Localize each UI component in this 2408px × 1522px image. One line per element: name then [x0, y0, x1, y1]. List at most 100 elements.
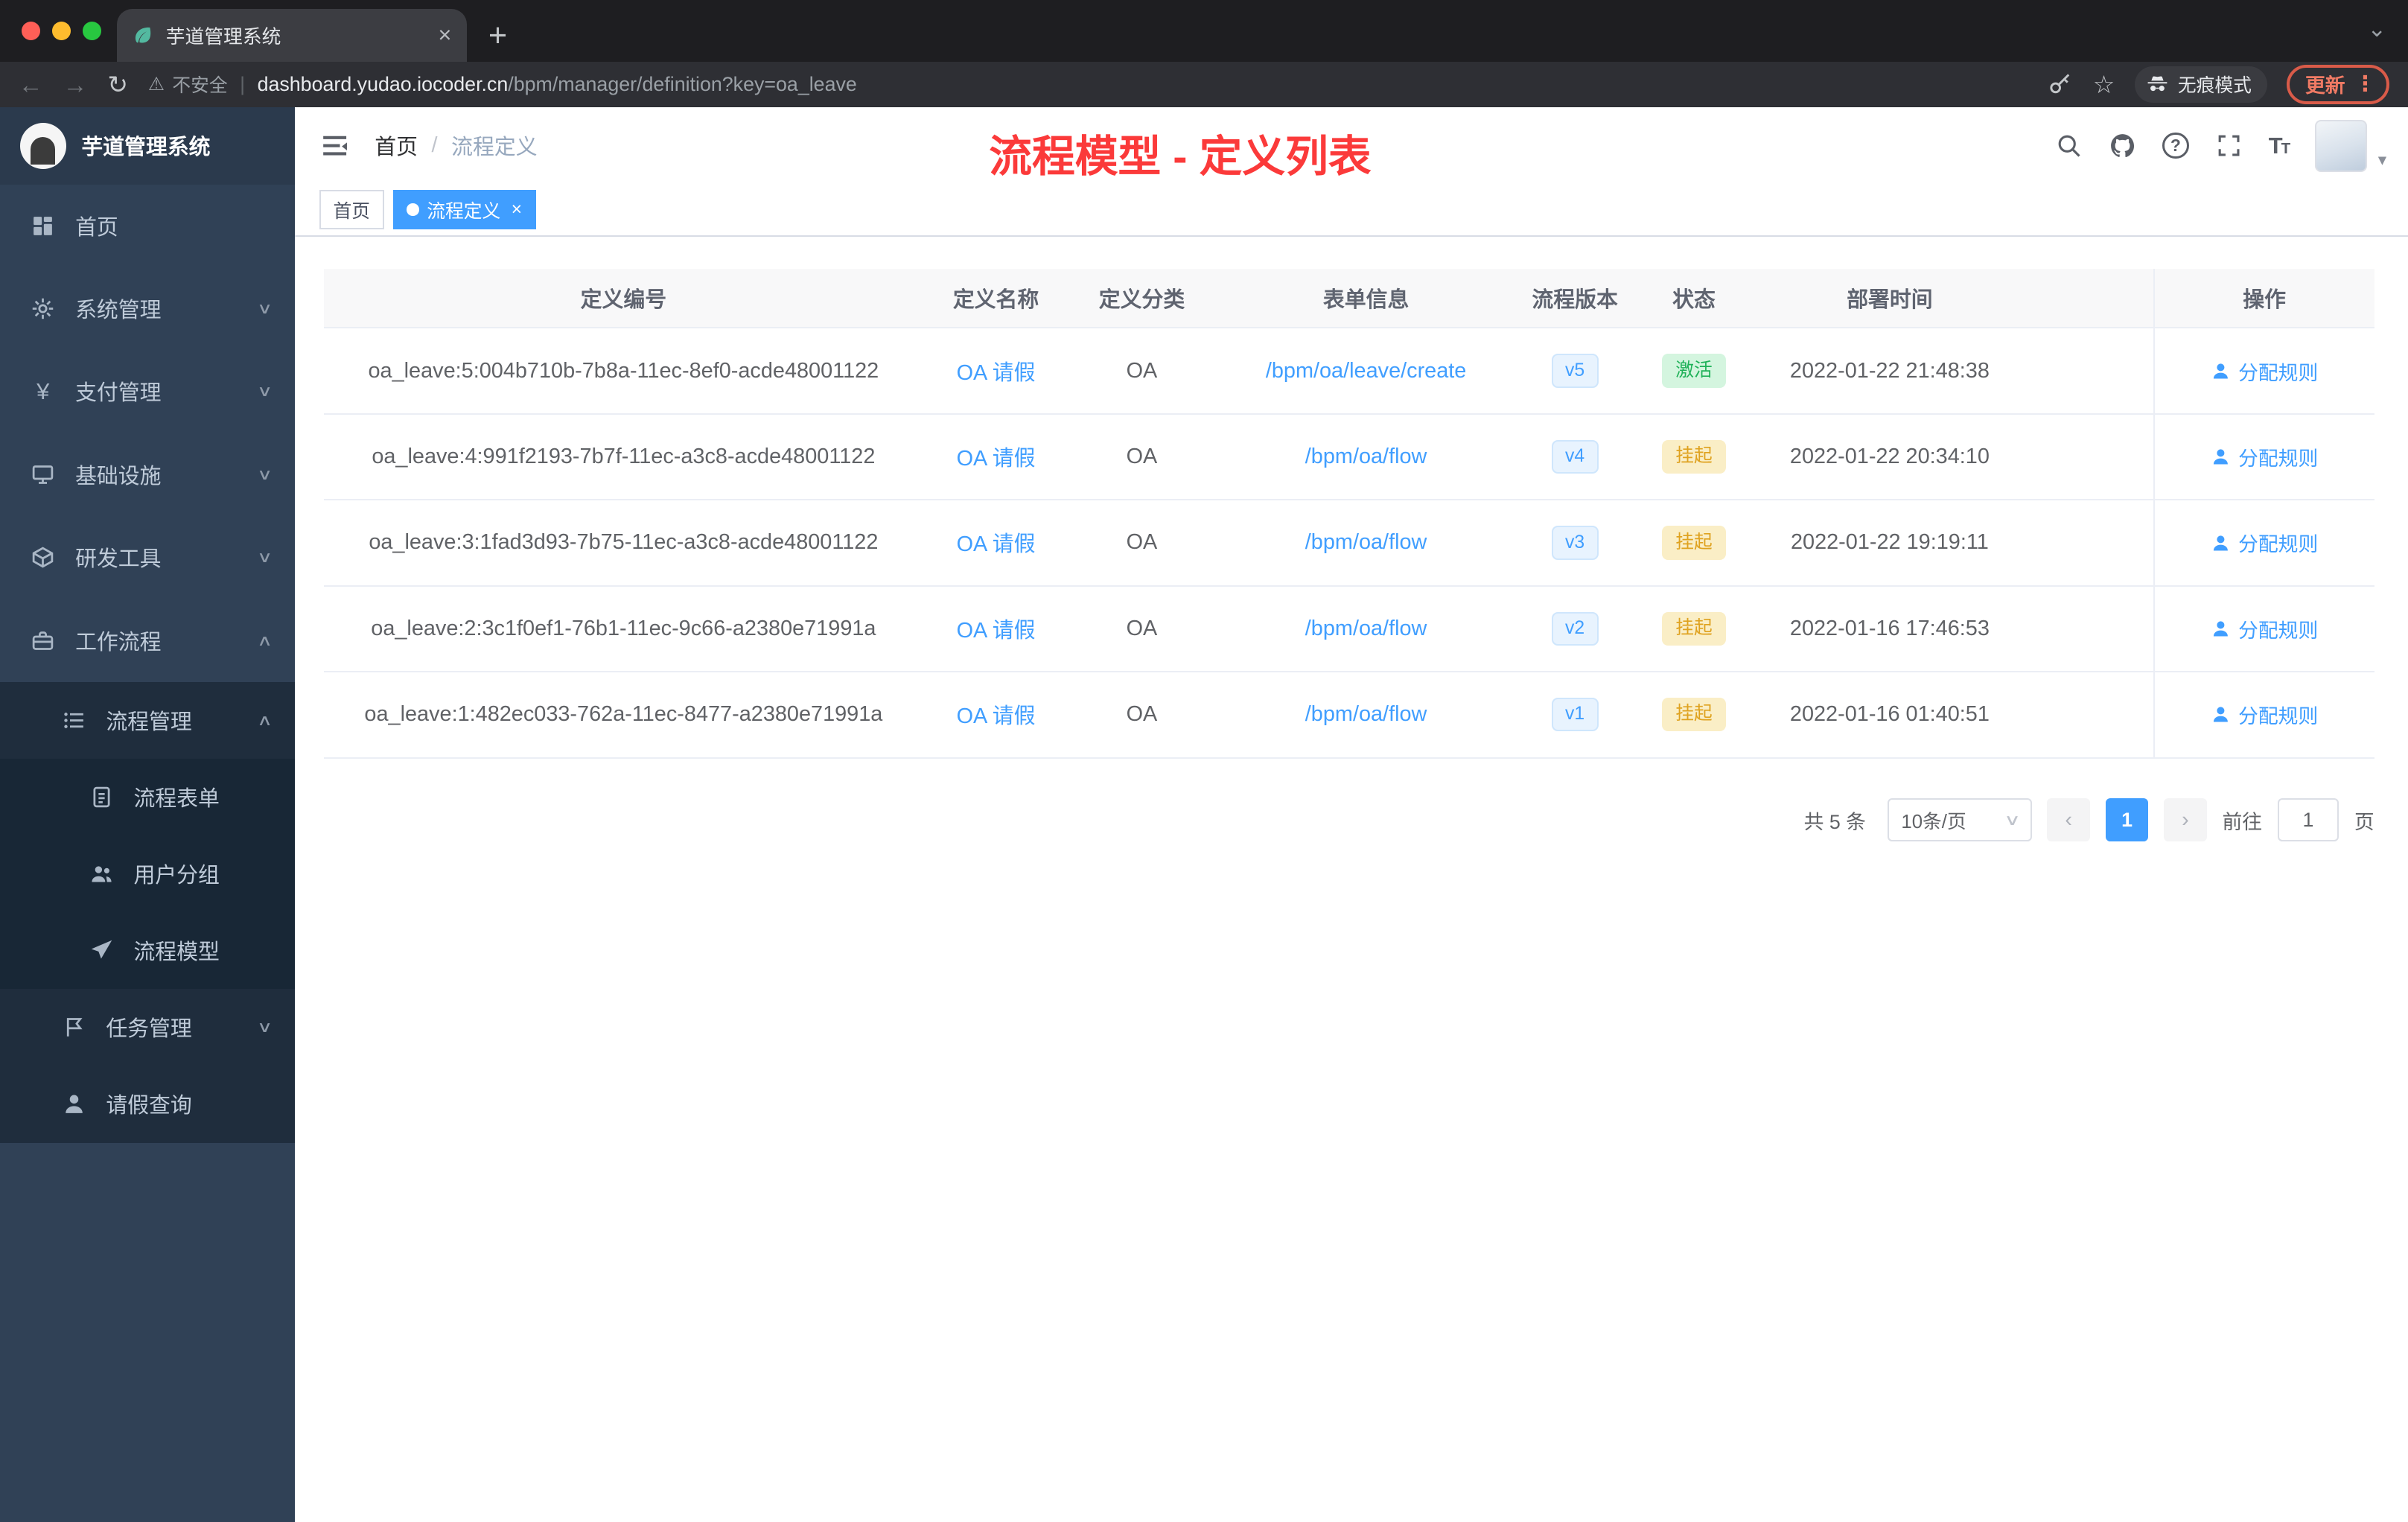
sidebar-item-payment-management[interactable]: ¥ 支付管理 ∨: [0, 350, 295, 433]
assign-rule-link[interactable]: 分配规则: [2211, 357, 2318, 386]
tab-close-icon[interactable]: ×: [438, 23, 451, 47]
prev-page-button[interactable]: ‹: [2047, 798, 2091, 841]
chevron-up-icon: ∧: [256, 631, 273, 649]
assign-rule-link[interactable]: 分配规则: [2211, 528, 2318, 557]
definition-name-cell: OA 请假: [923, 672, 1069, 757]
version-cell: v3: [1517, 500, 1633, 585]
back-button[interactable]: ←: [19, 72, 43, 97]
security-warning[interactable]: ⚠ 不安全: [148, 71, 228, 98]
sidebar-item-infrastructure[interactable]: 基础设施 ∨: [0, 433, 295, 516]
sidebar-item-process-model[interactable]: 流程模型: [0, 912, 295, 990]
definition-name-link[interactable]: OA 请假: [957, 614, 1036, 644]
font-size-icon[interactable]: TT: [2269, 133, 2290, 159]
version-cell: v4: [1517, 415, 1633, 499]
column-header-spacer: [2024, 269, 2153, 327]
user-icon: [2213, 363, 2228, 379]
macos-zoom-button[interactable]: [83, 21, 102, 40]
github-icon[interactable]: [2109, 132, 2136, 159]
operation-cell: 分配规则: [2153, 586, 2374, 672]
macos-minimize-button[interactable]: [52, 21, 71, 40]
table-row: oa_leave:2:3c1f0ef1-76b1-11ec-9c66-a2380…: [324, 586, 2374, 673]
bookmark-star-icon[interactable]: ☆: [2093, 72, 2115, 97]
warning-triangle-icon: ⚠: [147, 74, 165, 95]
reload-button[interactable]: ↻: [107, 72, 128, 97]
browser-menu-kebab-icon[interactable]: ⋮: [2354, 71, 2376, 97]
status-badge: 挂起: [1661, 611, 1727, 646]
sidebar-item-process-form[interactable]: 流程表单: [0, 758, 295, 835]
form-info-link[interactable]: /bpm/oa/leave/create: [1266, 359, 1467, 383]
sidebar-item-task-management[interactable]: 任务管理 ∨: [0, 989, 295, 1066]
definition-name-link[interactable]: OA 请假: [957, 699, 1036, 730]
assign-rule-label: 分配规则: [2238, 533, 2319, 556]
sidebar-item-system-management[interactable]: 系统管理 ∨: [0, 267, 295, 350]
page-number-button[interactable]: 1: [2105, 798, 2149, 841]
assign-rule-link[interactable]: 分配规则: [2211, 442, 2318, 471]
form-info-link[interactable]: /bpm/oa/flow: [1305, 530, 1427, 555]
tab-search-chevron-icon[interactable]: ⌄: [2367, 16, 2386, 42]
form-info-link[interactable]: /bpm/oa/flow: [1305, 445, 1427, 469]
list-icon: [63, 712, 83, 728]
page-size-select[interactable]: 10条/页 ∨: [1887, 798, 2032, 841]
form-info-cell: /bpm/oa/flow: [1214, 672, 1517, 757]
dashboard-icon: [34, 216, 53, 235]
sidebar-item-dev-tools[interactable]: 研发工具 ∨: [0, 516, 295, 599]
definition-name-cell: OA 请假: [923, 328, 1069, 413]
form-info-cell: /bpm/oa/flow: [1214, 587, 1517, 671]
form-info-link[interactable]: /bpm/oa/flow: [1305, 702, 1427, 727]
macos-close-button[interactable]: [21, 21, 40, 40]
tag-home[interactable]: 首页: [319, 189, 384, 230]
yen-icon: ¥: [36, 378, 50, 404]
sidebar-item-home[interactable]: 首页: [0, 185, 295, 267]
tag-process-definition[interactable]: 流程定义 ×: [392, 189, 536, 230]
navbar-actions: ? TT ▾: [2055, 107, 2386, 184]
row-spacer: [2024, 328, 2153, 413]
definition-table: 定义编号 定义名称 定义分类 表单信息 流程版本 状态 部署时间 操作 oa_l…: [324, 268, 2374, 759]
row-spacer: [2024, 500, 2153, 585]
table-header-row: 定义编号 定义名称 定义分类 表单信息 流程版本 状态 部署时间 操作: [324, 268, 2374, 329]
browser-tab[interactable]: 芋道管理系统 ×: [116, 9, 467, 62]
assign-rule-link[interactable]: 分配规则: [2211, 700, 2318, 729]
chevron-down-icon: ∨: [256, 383, 273, 401]
briefcase-icon: [33, 631, 54, 650]
tag-close-icon[interactable]: ×: [512, 200, 522, 220]
sidebar-item-label: 首页: [75, 215, 118, 240]
definition-name-link[interactable]: OA 请假: [957, 356, 1036, 386]
person-icon: [65, 1095, 83, 1114]
definition-name-cell: OA 请假: [923, 500, 1069, 585]
goto-page-input[interactable]: [2277, 798, 2339, 841]
password-key-icon[interactable]: [2047, 71, 2073, 98]
sidebar-item-workflow[interactable]: 工作流程 ∧: [0, 599, 295, 681]
fullscreen-icon[interactable]: [2215, 132, 2243, 159]
definition-name-cell: OA 请假: [923, 587, 1069, 671]
form-info-link[interactable]: /bpm/oa/flow: [1305, 617, 1427, 641]
assign-rule-link[interactable]: 分配规则: [2211, 614, 2318, 643]
form-info-cell: /bpm/oa/leave/create: [1214, 328, 1517, 413]
breadcrumb-home[interactable]: 首页: [375, 130, 418, 161]
sidebar-item-label: 基础设施: [75, 464, 162, 488]
definition-name-link[interactable]: OA 请假: [957, 442, 1036, 472]
browser-update-button[interactable]: 更新 ⋮: [2287, 64, 2390, 105]
help-question-icon[interactable]: ?: [2162, 133, 2189, 159]
forward-button[interactable]: →: [63, 72, 88, 97]
hamburger-menu-icon[interactable]: [319, 130, 350, 161]
sidebar-item-leave-query[interactable]: 请假查询: [0, 1066, 295, 1142]
main-area: 首页 / 流程定义 流程模型 - 定义列表 ? TT ▾ 首页 流程定义 × 定…: [295, 107, 2408, 1522]
column-header: 定义编号: [580, 287, 667, 312]
search-icon[interactable]: [2055, 132, 2083, 159]
new-tab-button[interactable]: +: [488, 19, 507, 52]
row-spacer: [2024, 587, 2153, 671]
definition-name-link[interactable]: OA 请假: [957, 527, 1036, 558]
sidebar-item-process-management[interactable]: 流程管理 ∧: [0, 682, 295, 759]
avatar-caret-icon[interactable]: ▾: [2378, 150, 2386, 170]
next-page-button[interactable]: ›: [2164, 798, 2207, 841]
sidebar-item-label: 流程模型: [133, 940, 220, 965]
version-badge: v1: [1551, 698, 1599, 732]
app-navbar: 首页 / 流程定义 流程模型 - 定义列表 ? TT ▾: [295, 107, 2408, 185]
app-brand[interactable]: 芋道管理系统: [0, 107, 295, 185]
address-bar[interactable]: ⚠ 不安全 | dashboard.yudao.iocoder.cn/bpm/m…: [148, 71, 2027, 98]
sidebar-item-label: 流程管理: [106, 710, 192, 734]
user-avatar[interactable]: [2315, 119, 2368, 172]
url-divider: |: [240, 72, 246, 95]
sidebar-item-user-group[interactable]: 用户分组: [0, 835, 295, 913]
table-row: oa_leave:1:482ec033-762a-11ec-8477-a2380…: [324, 672, 2374, 759]
